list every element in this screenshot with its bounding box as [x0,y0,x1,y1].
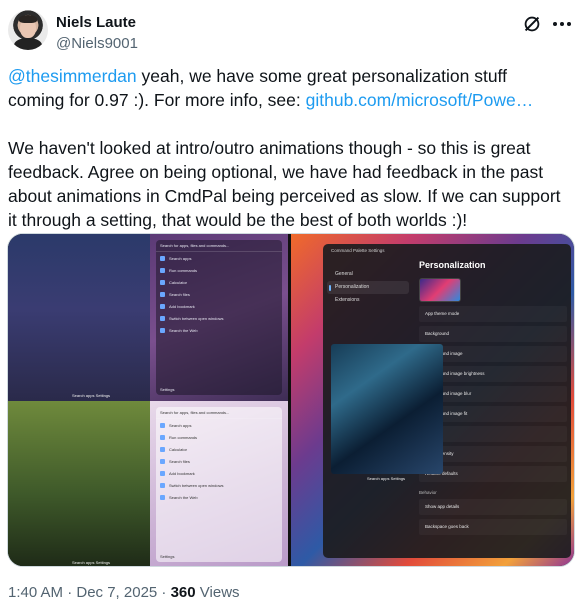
setting-row: App theme mode [419,306,567,322]
page-title: Personalization [419,260,486,270]
tweet-text: @thesimmerdan yeah, we have some great p… [8,64,568,256]
settings-window-title: Command Palette Settings [331,248,385,253]
author-name[interactable]: Niels Laute [56,14,136,31]
palette-item: Add bookmark [156,467,282,479]
palette-item: Calculator [156,276,282,288]
palette-settings: Settings [160,387,175,392]
settings-window: Command Palette Settings General Persona… [323,244,571,558]
settings-nav: General Personalization Extensions [327,268,409,307]
wallpaper-blue: Search apps Settings [8,234,150,401]
palette-preview-overlay [331,344,443,474]
wallpaper-thumbnail [419,278,461,302]
media-grid[interactable]: Search apps Settings Search for apps, fi… [7,233,575,567]
tweet-paragraph-1: @thesimmerdan yeah, we have some great p… [8,64,568,112]
palette-dark-panel: Search for apps, files and commands... S… [150,234,288,401]
palette-item: Switch between open windows [156,479,282,491]
media-image-settings[interactable]: Command Palette Settings General Persona… [291,234,574,566]
palette-item: Switch between open windows [156,312,282,324]
timestamp[interactable]: 1:40 AM · Dec 7, 2025 · [8,584,171,601]
github-link[interactable]: github.com/microsoft/Powe… [306,90,534,110]
palette-light-panel: Search for apps, files and commands... S… [150,401,288,566]
palette-item: Run commands [156,264,282,276]
palette-item: Search the Web [156,324,282,336]
palette-item: Add bookmark [156,300,282,312]
mention-link[interactable]: @thesimmerdan [8,66,137,86]
palette-item: Search apps [156,419,282,431]
mini-taskbar-text: Search apps Settings [72,393,111,398]
avatar[interactable] [8,10,48,50]
palette-settings: Settings [160,554,175,559]
views-label: Views [195,584,240,601]
tweet-header: Niels Laute @Niels9001 [8,10,573,56]
tweet-meta: 1:40 AM · Dec 7, 2025 · 360 Views [8,584,240,601]
nav-item-general: General [335,271,353,277]
palette-item: Calculator [156,443,282,455]
palette-search: Search for apps, files and commands... [156,407,282,419]
palette-light: Search for apps, files and commands... S… [156,407,282,562]
preview-taskbar-text: Search apps Settings [367,476,406,481]
author-handle[interactable]: @Niels9001 [56,35,138,52]
palette-dark: Search for apps, files and commands... S… [156,240,282,395]
wallpaper-green: Search apps Settings [8,401,150,566]
setting-row: Show app details [419,499,567,515]
nav-item-extensions: Extensions [335,297,360,303]
palette-item: Run commands [156,431,282,443]
nav-item-personalization: Personalization [327,281,409,294]
grok-icon[interactable] [521,13,543,35]
palette-item: Search the Web [156,491,282,503]
palette-search: Search for apps, files and commands... [156,240,282,252]
more-options-icon[interactable] [551,16,573,32]
mini-taskbar-text: Search apps Settings [72,560,111,565]
section-label-behavior: Behavior [419,490,437,495]
palette-item: Search files [156,455,282,467]
setting-row: Background [419,326,567,342]
media-image-palettes[interactable]: Search apps Settings Search for apps, fi… [8,234,288,566]
setting-row: Backspace goes back [419,519,567,535]
views-count: 360 [170,584,196,601]
palette-item: Search apps [156,252,282,264]
palette-item: Search files [156,288,282,300]
tweet-paragraph-2: We haven't looked at intro/outro animati… [8,138,561,230]
